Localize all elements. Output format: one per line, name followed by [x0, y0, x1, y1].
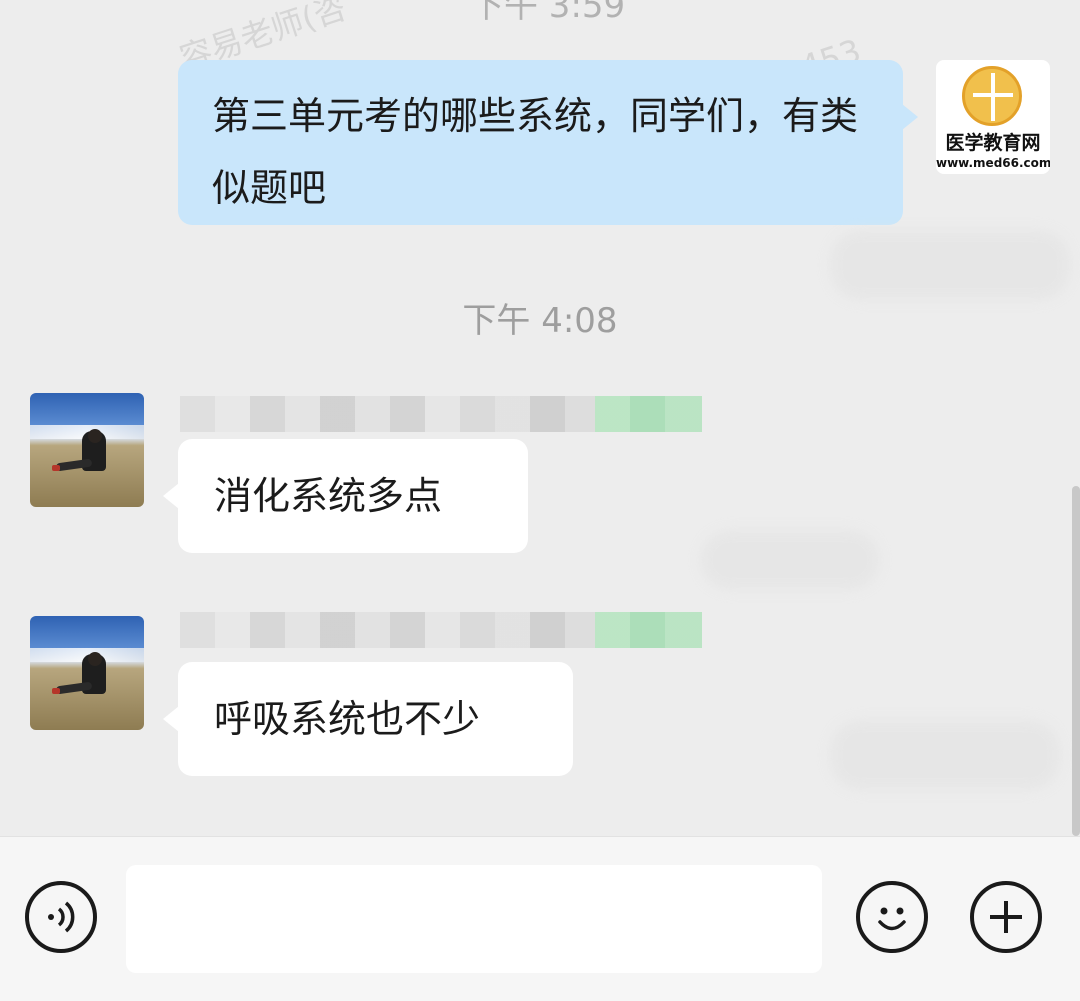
- logo-url: www.med66.com: [936, 156, 1050, 170]
- plus-icon[interactable]: [970, 881, 1042, 953]
- message-bubble-received[interactable]: 呼吸系统也不少: [163, 662, 573, 776]
- message-bubble-sent[interactable]: 第三单元考的哪些系统，同学们，有类似题吧: [178, 60, 918, 225]
- emoji-icon[interactable]: [856, 881, 928, 953]
- scrollbar[interactable]: [1072, 486, 1080, 836]
- sender-avatar[interactable]: 医学教育网 www.med66.com: [936, 60, 1050, 174]
- sender-name-redacted: [180, 396, 702, 432]
- plus-icon-glyph: [990, 901, 1022, 933]
- contact-avatar[interactable]: [30, 393, 144, 507]
- input-bar: [0, 836, 1080, 1001]
- message-input[interactable]: [126, 865, 822, 973]
- timestamp: 下午 4:08: [462, 301, 618, 341]
- timestamp: 下午 3:59: [470, 0, 626, 26]
- message-bubble-received[interactable]: 消化系统多点: [163, 439, 528, 553]
- smile-icon: [878, 907, 906, 931]
- avatar-photo-shoe: [52, 465, 60, 471]
- sender-name-redacted: [180, 612, 702, 648]
- voice-icon[interactable]: [25, 881, 97, 953]
- logo-icon: [962, 66, 1022, 126]
- avatar-photo-head: [88, 429, 102, 443]
- voice-icon-glyph: [48, 901, 75, 933]
- avatar-photo-head: [88, 652, 102, 666]
- contact-avatar[interactable]: [30, 616, 144, 730]
- logo-name: 医学教育网: [945, 132, 1041, 154]
- avatar-photo-shoe: [52, 688, 60, 694]
- chat-area[interactable]: 容易老师(咨 453 下午 3:59 第三单元考的哪些系统，同学们，有类似题吧 …: [0, 0, 1080, 836]
- blurred-watermark: [830, 720, 1060, 790]
- blurred-watermark: [700, 530, 880, 590]
- blurred-watermark: [830, 230, 1070, 300]
